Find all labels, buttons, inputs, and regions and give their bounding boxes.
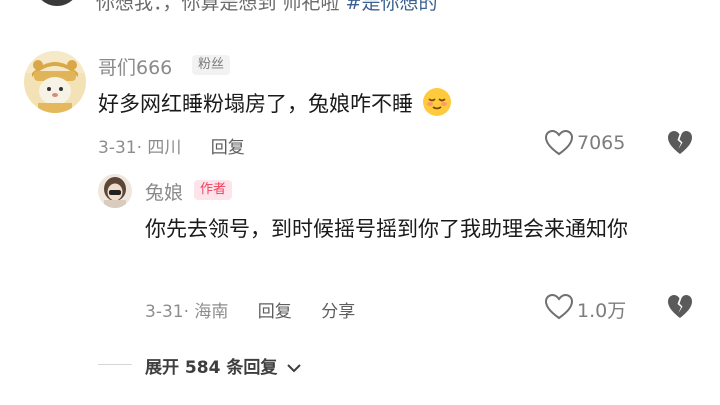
commenter-avatar[interactable]	[24, 51, 86, 113]
reply-date-location: 3-31· 海南	[145, 302, 229, 322]
broken-heart-icon[interactable]	[667, 130, 693, 160]
reply-button[interactable]: 回复	[211, 138, 245, 158]
share-button[interactable]: 分享	[321, 302, 355, 322]
heart-icon[interactable]	[544, 129, 574, 160]
like-count: 7065	[577, 132, 626, 154]
fan-badge: 粉丝	[192, 55, 231, 75]
author-badge: 作者	[194, 180, 233, 200]
comment-text: 好多网红睡粉塌房了，兔娘咋不睡	[98, 87, 452, 127]
heart-icon[interactable]	[544, 293, 574, 324]
comment-body: 好多网红睡粉塌房了，兔娘咋不睡	[98, 92, 413, 116]
author-avatar[interactable]	[98, 174, 132, 208]
commenter-username[interactable]: 哥们666	[98, 53, 172, 80]
chevron-down-icon	[287, 358, 301, 378]
reply-meta: 3-31· 海南 回复 分享	[145, 297, 355, 322]
relieved-face-emoji-icon	[422, 87, 452, 127]
previous-text: 你想我：，你算是想到 师祀啦	[96, 0, 340, 14]
expand-replies-button[interactable]: 展开 584 条回复	[145, 353, 301, 378]
comment-date-location: 3-31· 四川	[98, 138, 182, 158]
reply-reply-button[interactable]: 回复	[258, 302, 292, 322]
comment-meta: 3-31· 四川 回复	[98, 133, 245, 158]
reply-like-count: 1.0万	[577, 300, 627, 322]
expand-divider	[98, 364, 132, 365]
previous-avatar	[34, 0, 80, 6]
author-username[interactable]: 兔娘	[145, 178, 183, 205]
previous-comment-text: 你想我：，你算是想到 师祀啦 #是你想的	[96, 0, 438, 14]
previous-hashtag[interactable]: #是你想的	[346, 0, 438, 14]
expand-replies-label: 展开 584 条回复	[145, 358, 278, 378]
reply-text: 你先去领号，到时候摇号摇到你了我助理会来通知你	[145, 217, 628, 241]
broken-heart-icon[interactable]	[667, 294, 693, 324]
previous-comment-fragment: 你想我：，你算是想到 师祀啦 #是你想的	[0, 0, 720, 14]
